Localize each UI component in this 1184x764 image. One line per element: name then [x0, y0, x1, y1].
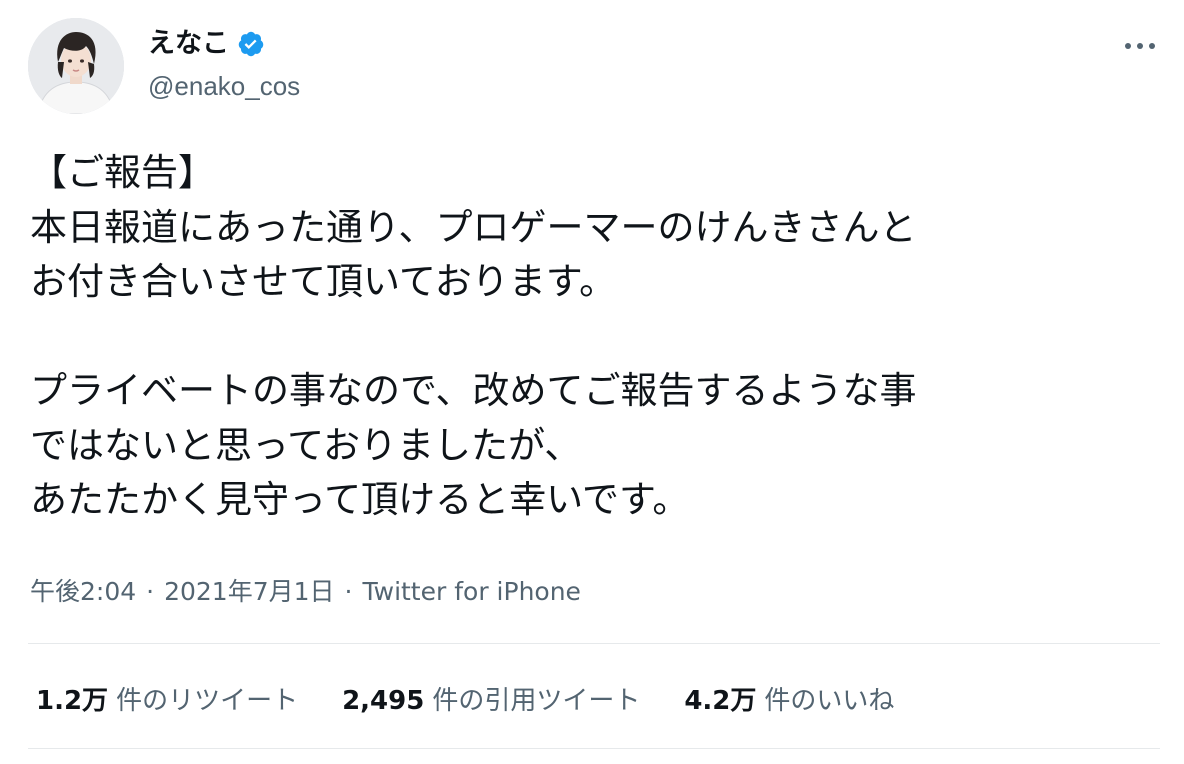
like-label: 件のいいね [764, 685, 895, 716]
divider-top [28, 643, 1160, 644]
verified-badge-icon [237, 30, 265, 58]
tweet-source[interactable]: Twitter for iPhone [362, 572, 580, 612]
divider-bottom [28, 748, 1160, 749]
retweet-label: 件のリツイート [116, 685, 299, 716]
tweet-time[interactable]: 午後2:04 [30, 572, 136, 612]
retweet-count: 1.2万 [36, 685, 109, 716]
tweet-stats: 1.2万 件のリツイート 2,495 件の引用ツイート 4.2万 件のいいね [36, 676, 938, 720]
meta-separator: · [146, 577, 155, 606]
avatar[interactable] [28, 18, 124, 114]
tweet-text: 【ご報告】 本日報道にあった通り、プロゲーマーのけんきさんと お付き合いさせて頂… [30, 151, 917, 521]
tweet-date[interactable]: 2021年7月1日 [164, 572, 334, 612]
meta-separator: · [344, 577, 353, 606]
more-options-icon [1125, 43, 1155, 49]
like-count: 4.2万 [684, 685, 757, 716]
user-handle[interactable]: @enako_cos [148, 66, 300, 106]
avatar-image [28, 18, 124, 114]
quote-count: 2,495 [342, 685, 425, 716]
display-name[interactable]: えなこ [148, 22, 229, 66]
retweets-stat[interactable]: 1.2万 件のリツイート [36, 680, 298, 717]
tweet-metadata: 午後2:04 · 2021年7月1日 · Twitter for iPhone [30, 572, 581, 612]
quote-label: 件の引用ツイート [432, 685, 641, 716]
quotes-stat[interactable]: 2,495 件の引用ツイート [342, 680, 640, 717]
likes-stat[interactable]: 4.2万 件のいいね [684, 680, 894, 717]
display-name-row: えなこ [148, 22, 265, 66]
more-options-button[interactable] [1114, 26, 1166, 66]
